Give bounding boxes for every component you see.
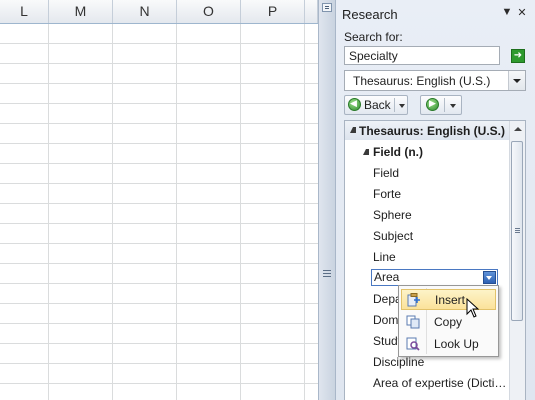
insert-icon <box>407 293 420 307</box>
column-header-n[interactable]: N <box>113 0 177 23</box>
synonym-item[interactable]: Line <box>373 250 396 264</box>
collapse-triangle-icon[interactable] <box>350 127 356 133</box>
synonym-item[interactable]: Sphere <box>373 208 412 222</box>
scroll-up-icon[interactable] <box>514 127 522 131</box>
column-header-m[interactable]: M <box>49 0 113 23</box>
divider <box>394 98 395 112</box>
split-box-icon[interactable] <box>322 3 332 12</box>
search-label: Search for: <box>344 30 403 44</box>
back-label: Back <box>364 98 391 112</box>
search-input[interactable] <box>344 46 500 65</box>
column-headers: L M N O P <box>0 0 318 24</box>
menu-item-label: Insert <box>435 293 466 307</box>
results-source-header[interactable]: Thesaurus: English (U.S.) <box>345 121 509 140</box>
start-searching-icon[interactable]: ➜ <box>511 49 525 63</box>
back-arrow-icon <box>348 98 361 111</box>
reference-source-value: Thesaurus: English (U.S.) <box>353 74 491 88</box>
grip-icon[interactable] <box>323 270 331 278</box>
forward-history-chevron-icon[interactable] <box>450 104 456 108</box>
synonym-item[interactable]: Forte <box>373 187 401 201</box>
pane-splitter[interactable] <box>318 0 336 400</box>
results-source-title: Thesaurus: English (U.S.) <box>359 124 506 138</box>
results-scrollbar[interactable] <box>509 121 525 400</box>
close-icon[interactable]: ✕ <box>515 6 529 19</box>
copy-icon <box>406 315 420 329</box>
pane-options-icon[interactable]: ▼ <box>500 6 514 18</box>
synonym-item[interactable]: Discipline <box>373 355 424 369</box>
reference-source-select[interactable]: Thesaurus: English (U.S.) <box>344 70 526 91</box>
spreadsheet-area[interactable]: L M N O P <box>0 0 318 400</box>
back-button[interactable]: Back <box>344 95 408 115</box>
synonym-context-menu: Insert Copy Look Up <box>398 285 499 357</box>
pane-title: Research <box>342 7 398 22</box>
scrollbar-thumb[interactable] <box>511 141 523 321</box>
menu-item-look-up[interactable]: Look Up <box>401 334 496 355</box>
hand-cursor-icon <box>466 298 480 318</box>
divider <box>444 98 445 112</box>
collapse-triangle-icon[interactable] <box>363 149 369 155</box>
column-header-p[interactable]: P <box>241 0 305 23</box>
cell-grid[interactable] <box>0 24 318 400</box>
results-list: Thesaurus: English (U.S.) Field (n.) Fie… <box>344 120 526 400</box>
chevron-down-icon[interactable] <box>508 71 525 90</box>
column-header-l[interactable]: L <box>0 0 49 23</box>
synonym-item[interactable]: Area of expertise (Dicti… <box>373 376 506 390</box>
back-history-chevron-icon[interactable] <box>399 104 405 108</box>
synonym-item-label: Area <box>374 270 400 284</box>
synonym-item-selected[interactable]: Area <box>371 269 498 286</box>
menu-item-label: Copy <box>434 315 463 329</box>
synonym-item[interactable]: Field <box>373 166 399 180</box>
column-header-q[interactable] <box>305 0 318 23</box>
menu-item-label: Look Up <box>434 337 479 351</box>
forward-arrow-icon <box>426 98 439 111</box>
column-header-o[interactable]: O <box>177 0 241 23</box>
look-up-icon <box>406 337 420 351</box>
synonym-item[interactable]: Subject <box>373 229 413 243</box>
forward-button[interactable] <box>420 95 462 115</box>
meaning-header[interactable]: Field (n.) <box>373 145 423 159</box>
chevron-down-icon[interactable] <box>483 271 496 284</box>
